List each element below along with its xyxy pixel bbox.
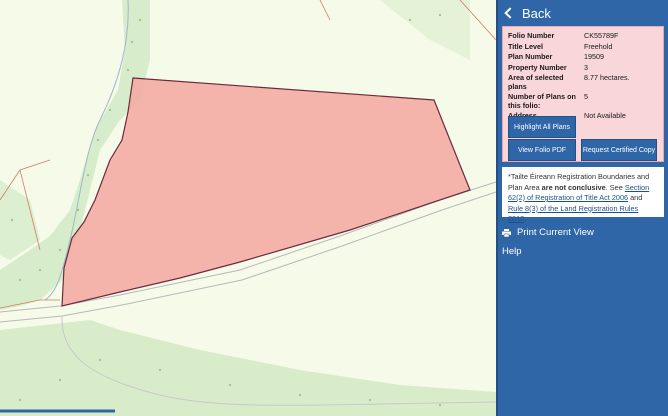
rule-8-link[interactable]: Rule 8(3) of the Land Registration Rules… [508, 204, 638, 224]
disclaimer-end: . [524, 214, 527, 223]
folio-info-card: Folio Number CK55789F Title Level Freeho… [502, 26, 664, 162]
area-label: Area of selected plans [508, 73, 564, 91]
sidebar-panel: Back Folio Number CK55789F Title Level F… [496, 0, 668, 416]
print-label: Print Current View [517, 227, 594, 238]
folio-number-value: CK55789F [584, 31, 619, 40]
map-canvas[interactable] [0, 0, 496, 416]
address-value: Not Available [584, 111, 626, 120]
title-level-label: Title Level [508, 41, 544, 51]
disclaimer-mid2: and [628, 193, 643, 202]
folio-details: Folio Number CK55789F Title Level Freeho… [508, 31, 658, 121]
highlight-all-plans-button[interactable]: Highlight All Plans [508, 116, 576, 138]
print-current-view-button[interactable]: Print Current View [498, 223, 668, 242]
title-level-value: Freehold [584, 41, 613, 51]
folio-number-label: Folio Number [508, 31, 555, 40]
area-value: 8.77 hectares. [584, 73, 630, 82]
plan-count-label: Number of Plans on this folio: [508, 92, 576, 110]
disclaimer-mid1: . See [605, 182, 625, 192]
plan-number-value: 19509 [584, 52, 604, 61]
help-label: Help [502, 246, 522, 257]
chevron-left-icon [504, 7, 516, 19]
plan-number-label: Plan Number [508, 52, 553, 61]
printer-icon [502, 228, 511, 237]
view-folio-pdf-button[interactable]: View Folio PDF [508, 139, 576, 161]
disclaimer-box: *Tailte Éireann Registration Boundaries … [502, 167, 664, 223]
property-number-label: Property Number [508, 62, 567, 72]
back-button[interactable]: Back [498, 0, 668, 26]
disclaimer-bold: are not conclusive [541, 182, 606, 192]
back-label: Back [522, 5, 551, 21]
request-certified-copy-button[interactable]: Request Certified Copy [581, 139, 657, 161]
plan-count-value: 5 [584, 92, 588, 101]
woodland-bottom [0, 320, 496, 416]
property-number-value: 3 [584, 62, 588, 72]
woodland-top-right [380, 0, 470, 60]
help-link[interactable]: Help [498, 242, 668, 261]
map-view[interactable] [0, 0, 496, 416]
